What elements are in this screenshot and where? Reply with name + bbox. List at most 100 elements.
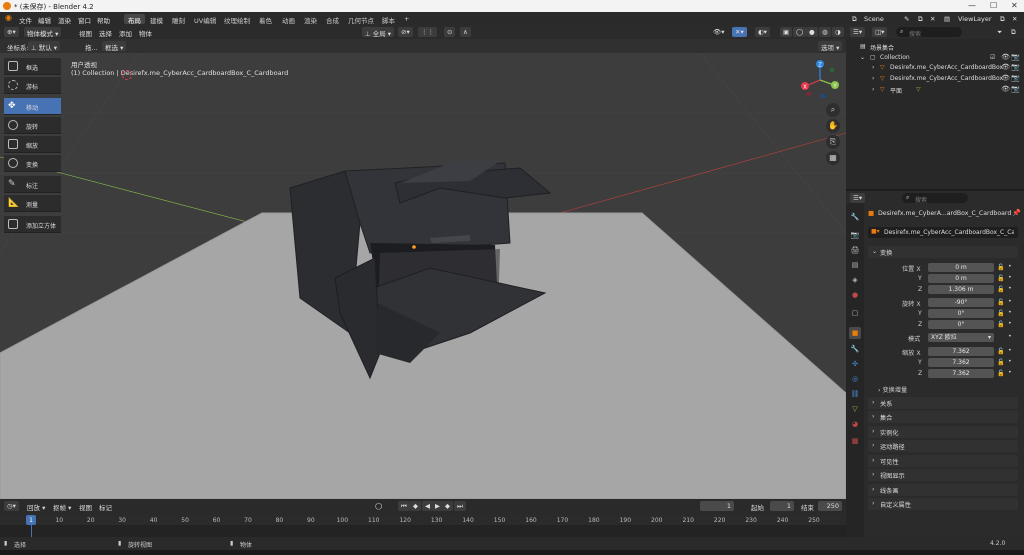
- location-x-field[interactable]: 0 m: [928, 263, 994, 272]
- menu-window[interactable]: 窗口: [78, 15, 91, 25]
- rotation-z-field[interactable]: 0°: [928, 320, 994, 329]
- tab-geometry-nodes[interactable]: 几何节点: [344, 14, 378, 25]
- pan-view-icon[interactable]: ✋: [826, 119, 840, 133]
- outliner-editor-type-icon[interactable]: ☰▾: [850, 27, 866, 37]
- pivot-selector[interactable]: ⊥ 全局 ▾: [362, 27, 395, 38]
- tab-modeling[interactable]: 建模: [146, 14, 167, 25]
- world-tab-icon[interactable]: ●: [849, 289, 861, 301]
- tool-move[interactable]: ✥ 移动: [4, 98, 61, 115]
- tab-texture-paint[interactable]: 纹理绘制: [220, 14, 254, 25]
- filter-icon[interactable]: ⏷: [994, 27, 1005, 37]
- options-button[interactable]: 选项 ▾: [818, 41, 843, 52]
- transform-section-header[interactable]: ⌄ 变换: [868, 246, 1018, 258]
- scale-y-field[interactable]: 7.362: [928, 358, 994, 367]
- menu-help[interactable]: 帮助: [97, 15, 110, 25]
- modifier-tab-icon[interactable]: 🔧: [849, 343, 861, 355]
- keyframe-dot-icon[interactable]: •: [1008, 347, 1012, 354]
- outliner-row-collection[interactable]: ⌄ ▢ Collection ☑ 👁 📷: [846, 53, 1024, 63]
- keyframe-dot-icon[interactable]: •: [1008, 369, 1012, 376]
- visibility-icon[interactable]: 👁: [1001, 63, 1010, 71]
- menu-select[interactable]: 选择: [96, 27, 115, 38]
- expand-icon[interactable]: ›: [872, 64, 874, 71]
- tool-transform[interactable]: 变换: [4, 155, 61, 172]
- outliner-row-plane[interactable]: › ▽ 平面 ▽ 👁 📷: [846, 85, 1024, 95]
- menu-render[interactable]: 渲染: [58, 15, 71, 25]
- rotation-mode-select[interactable]: XYZ 欧拉 ▾: [928, 333, 994, 342]
- copy-viewlayer-icon[interactable]: ⧉: [1000, 15, 1005, 24]
- custom-properties-section[interactable]: › 自定义属性: [868, 498, 1018, 510]
- menu-edit[interactable]: 编辑: [38, 15, 51, 25]
- select-mode-selector[interactable]: 框选 ▾: [102, 41, 127, 52]
- render-camera-icon[interactable]: 📷: [1011, 53, 1020, 61]
- lock-icon[interactable]: 🔓: [997, 298, 1005, 306]
- overlay-toggle-icon[interactable]: ◐▾: [755, 27, 770, 37]
- collection-tab-icon[interactable]: ▢: [849, 307, 861, 319]
- outliner-search-input[interactable]: ⌕ 搜索: [896, 27, 962, 38]
- keyframe-dot-icon[interactable]: •: [1008, 358, 1012, 365]
- lock-icon[interactable]: 🔓: [997, 369, 1005, 377]
- keyframe-dot-icon[interactable]: •: [1008, 298, 1012, 305]
- end-frame-field[interactable]: 250: [818, 501, 842, 511]
- close-icon[interactable]: ✕: [1011, 1, 1018, 10]
- solid-shading-icon[interactable]: ●: [806, 27, 818, 37]
- tab-compositing[interactable]: 合成: [322, 14, 343, 25]
- delete-scene-icon[interactable]: ✕: [930, 15, 935, 23]
- outliner-row-scene-collection[interactable]: ▤ 场景集合: [846, 42, 1024, 52]
- tool-rotate[interactable]: 旋转: [4, 117, 61, 134]
- snap-selector[interactable]: ⊘▾: [398, 27, 413, 37]
- timeline-editor-type-icon[interactable]: ◷▾: [4, 501, 19, 511]
- snap-toggle-icon[interactable]: ⋮⋮: [418, 27, 437, 37]
- tab-scripting[interactable]: 脚本: [378, 14, 399, 25]
- navigation-gizmo[interactable]: Z X Y: [798, 58, 842, 102]
- tool-cursor[interactable]: 游标: [4, 77, 61, 94]
- menu-file[interactable]: 文件: [19, 15, 32, 25]
- timeline-area[interactable]: 1 10 20 30 40 50 60 70 80 90 100 110 120 130 140 150 160…: [0, 515, 846, 537]
- 3d-viewport[interactable]: [0, 53, 846, 499]
- render-camera-icon[interactable]: 📷: [1011, 63, 1020, 71]
- pin-icon[interactable]: 📌: [1012, 209, 1021, 217]
- camera-view-icon[interactable]: ⎘: [826, 135, 840, 149]
- add-workspace-button[interactable]: +: [400, 14, 413, 24]
- copy-scene-icon[interactable]: ⧉: [918, 15, 923, 24]
- collections-section[interactable]: › 集合: [868, 411, 1018, 423]
- scale-x-field[interactable]: 7.362: [928, 347, 994, 356]
- gizmo-toggle-icon[interactable]: ✕▾: [732, 27, 747, 37]
- tool-annotate[interactable]: ✎ 标注: [4, 176, 61, 193]
- scene-name[interactable]: Scene: [864, 15, 884, 23]
- outliner-row-object[interactable]: › ▽ Desirefx.me_CyberAcc_CardboardBox 👁 …: [846, 63, 1024, 73]
- data-tab-icon[interactable]: ▽: [849, 403, 861, 415]
- physics-tab-icon[interactable]: ◎: [849, 373, 861, 385]
- output-tab-icon[interactable]: 🖨: [849, 244, 861, 256]
- keyframe-dot-icon[interactable]: •: [1008, 320, 1012, 327]
- keyframe-dot-icon[interactable]: •: [1008, 309, 1012, 316]
- ortho-toggle-icon[interactable]: ▦: [826, 151, 840, 165]
- keyframe-dot-icon[interactable]: •: [1008, 285, 1012, 292]
- visibility-icon[interactable]: 👁: [1001, 85, 1010, 93]
- expand-icon[interactable]: ›: [872, 86, 874, 93]
- particles-tab-icon[interactable]: ✣: [849, 358, 861, 370]
- outliner-display-mode-icon[interactable]: ◫▾: [872, 27, 888, 37]
- editor-type-icon[interactable]: ⊕▾: [4, 27, 19, 37]
- tool-scale[interactable]: 缩放: [4, 136, 61, 153]
- object-tab-icon[interactable]: ■: [849, 327, 861, 339]
- material-tab-icon[interactable]: ◕: [849, 418, 861, 430]
- blender-menu-icon[interactable]: ◉: [5, 13, 12, 22]
- visibility-icon[interactable]: 👁: [1001, 74, 1010, 82]
- viewport-display-section[interactable]: › 视图显示: [868, 469, 1018, 481]
- lock-icon[interactable]: 🔓: [997, 347, 1005, 355]
- tab-sculpting[interactable]: 雕刻: [168, 14, 189, 25]
- rotation-y-field[interactable]: 0°: [928, 309, 994, 318]
- visibility-icon[interactable]: 👁: [1001, 53, 1010, 61]
- delta-transform-toggle[interactable]: › 变换增量: [878, 385, 907, 394]
- xray-icon[interactable]: ▣: [780, 27, 793, 37]
- material-shading-icon[interactable]: ◍: [819, 27, 831, 37]
- record-icon[interactable]: ◯: [372, 501, 385, 511]
- location-y-field[interactable]: 0 m: [928, 274, 994, 283]
- current-frame-field[interactable]: 1: [700, 501, 734, 511]
- expand-icon[interactable]: ⌄: [860, 54, 865, 61]
- tab-rendering[interactable]: 渲染: [300, 14, 321, 25]
- relations-section[interactable]: › 关系: [868, 397, 1018, 409]
- rotation-x-field[interactable]: -90°: [928, 298, 994, 307]
- lock-icon[interactable]: 🔓: [997, 358, 1005, 366]
- menu-keying[interactable]: 抠帧 ▾: [50, 501, 74, 512]
